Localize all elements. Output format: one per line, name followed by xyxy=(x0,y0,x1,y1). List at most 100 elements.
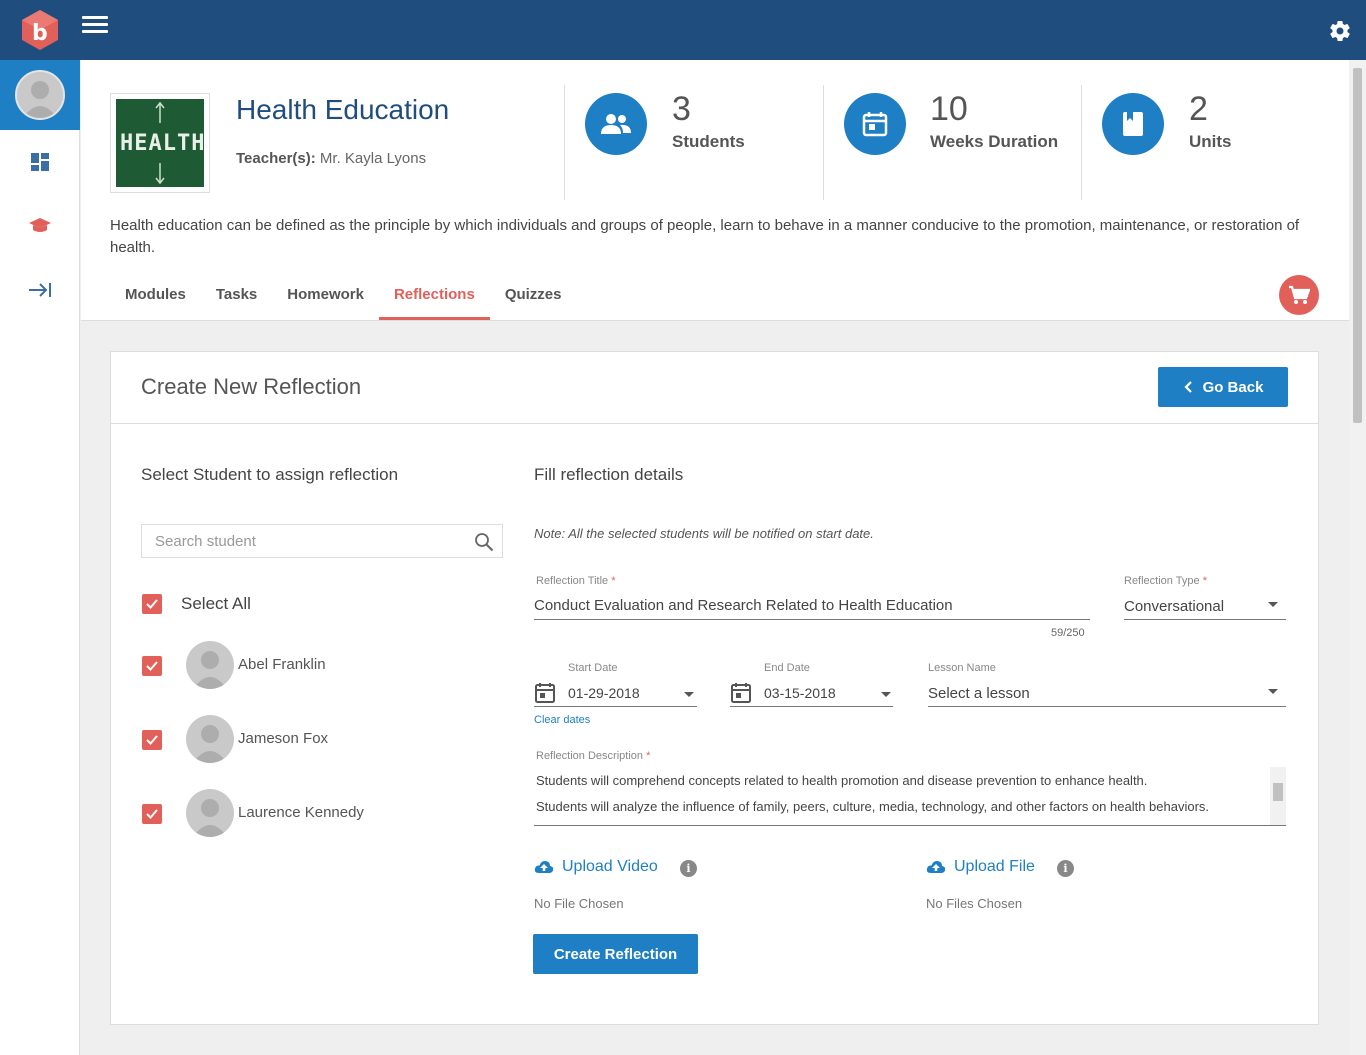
course-header: HEALTH Health Education Teacher(s): Mr. … xyxy=(81,60,1349,321)
student-avatar xyxy=(186,715,234,763)
student-checkbox[interactable] xyxy=(142,804,162,824)
checkmark-icon xyxy=(146,809,158,819)
shopping-cart-icon[interactable] xyxy=(1279,275,1319,315)
description-scrollbar-thumb[interactable] xyxy=(1273,783,1283,801)
tab-reflections[interactable]: Reflections xyxy=(378,278,490,320)
course-title: Health Education xyxy=(236,94,450,125)
student-name: Laurence Kennedy xyxy=(238,804,364,821)
select-all-checkbox[interactable] xyxy=(142,594,162,614)
upload-file-label: Upload File xyxy=(954,858,1035,875)
teacher-label: Teacher(s): xyxy=(236,150,316,167)
create-reflection-card: Create New Reflection Go Back Select Stu… xyxy=(110,351,1319,1025)
student-avatar xyxy=(186,789,234,837)
card-title: Create New Reflection xyxy=(141,374,362,399)
units-label: Units xyxy=(1189,132,1232,151)
chevron-down-icon[interactable] xyxy=(1268,689,1278,694)
description-underline xyxy=(534,825,1286,826)
end-date-underline xyxy=(730,706,893,707)
tab-tasks[interactable]: Tasks xyxy=(201,278,272,320)
students-count: 3 xyxy=(672,90,691,128)
menu-icon[interactable] xyxy=(82,16,108,38)
lesson-name-select[interactable]: Select a lesson xyxy=(928,685,1030,702)
rail-profile[interactable] xyxy=(0,60,80,130)
chevron-down-icon[interactable] xyxy=(684,692,694,697)
collapse-arrow-icon[interactable] xyxy=(0,258,80,322)
user-avatar[interactable] xyxy=(15,70,65,120)
course-description: Health education can be defined as the p… xyxy=(110,217,1300,256)
cloud-upload-icon xyxy=(534,861,554,873)
svg-text:b: b xyxy=(32,21,48,46)
reflection-description-label: Reflection Description * xyxy=(536,750,651,762)
cloud-upload-icon xyxy=(926,861,946,873)
end-date-label: End Date xyxy=(764,662,810,674)
start-date-input[interactable]: 01-29-2018 xyxy=(568,685,640,701)
weeks-label: Weeks Duration xyxy=(930,132,1059,151)
tab-quizzes[interactable]: Quizzes xyxy=(490,278,577,320)
upload-video-button[interactable]: Upload Video xyxy=(534,858,658,876)
end-date-calendar-icon[interactable] xyxy=(731,682,751,704)
reflection-title-underline xyxy=(534,619,1090,620)
start-date-calendar-icon[interactable] xyxy=(535,682,555,704)
notification-note: Note: All the selected students will be … xyxy=(534,526,874,541)
settings-gear-icon[interactable] xyxy=(1328,19,1352,43)
student-checkbox[interactable] xyxy=(142,730,162,750)
lesson-name-label: Lesson Name xyxy=(928,662,996,674)
reflection-type-select[interactable]: Conversational xyxy=(1124,598,1224,615)
upload-file-button[interactable]: Upload File xyxy=(926,858,1035,876)
weeks-count: 10 xyxy=(930,90,968,128)
student-avatar xyxy=(186,641,234,689)
checkmark-icon xyxy=(146,735,158,745)
start-date-label: Start Date xyxy=(568,662,618,674)
course-image: HEALTH xyxy=(110,93,210,193)
clear-dates-link[interactable]: Clear dates xyxy=(534,714,590,726)
reflection-title-label: Reflection Title * xyxy=(536,575,616,587)
book-icon xyxy=(1102,93,1164,155)
stat-divider xyxy=(823,85,824,200)
course-image-text: HEALTH xyxy=(120,131,204,156)
teacher-info: Teacher(s): Mr. Kayla Lyons xyxy=(236,150,426,167)
upload-video-label: Upload Video xyxy=(562,858,658,875)
reflection-description-line[interactable]: Students will analyze the influence of f… xyxy=(536,799,1209,814)
search-student-input[interactable] xyxy=(142,525,462,557)
start-date-underline xyxy=(534,706,697,707)
students-section-title: Select Student to assign reflection xyxy=(141,465,399,484)
info-icon[interactable]: i xyxy=(680,860,697,877)
select-all-label[interactable]: Select All xyxy=(181,594,251,614)
graduation-cap-icon[interactable] xyxy=(0,194,80,258)
left-rail xyxy=(0,60,80,1055)
search-icon[interactable] xyxy=(474,532,494,552)
end-date-input[interactable]: 03-15-2018 xyxy=(764,685,836,701)
reflection-title-counter: 59/250 xyxy=(1051,627,1085,639)
card-header: Create New Reflection Go Back xyxy=(111,352,1318,424)
chevron-down-icon[interactable] xyxy=(881,692,891,697)
checkmark-icon xyxy=(146,599,158,609)
go-back-button[interactable]: Go Back xyxy=(1158,367,1288,407)
tab-homework[interactable]: Homework xyxy=(272,278,379,320)
upload-video-status: No File Chosen xyxy=(534,896,624,911)
create-reflection-button[interactable]: Create Reflection xyxy=(533,934,698,974)
lesson-name-underline xyxy=(928,706,1286,707)
details-section-title: Fill reflection details xyxy=(534,465,684,484)
upload-file-status: No Files Chosen xyxy=(926,896,1023,911)
students-label: Students xyxy=(672,132,745,151)
teacher-name: Mr. Kayla Lyons xyxy=(319,150,427,167)
student-name: Jameson Fox xyxy=(238,730,329,747)
chevron-down-icon[interactable] xyxy=(1268,602,1278,607)
page-scrollbar-thumb[interactable] xyxy=(1353,68,1362,423)
students-icon xyxy=(585,93,647,155)
info-icon[interactable]: i xyxy=(1057,860,1074,877)
search-student-box xyxy=(141,524,503,558)
dashboard-icon[interactable] xyxy=(0,130,80,194)
student-name: Abel Franklin xyxy=(238,656,326,673)
student-checkbox[interactable] xyxy=(142,656,162,676)
reflection-description-line[interactable]: Students will comprehend concepts relate… xyxy=(536,773,1147,788)
tab-modules[interactable]: Modules xyxy=(110,278,201,320)
reflection-type-underline xyxy=(1124,619,1286,620)
top-bar: b xyxy=(0,0,1366,60)
app-logo[interactable]: b xyxy=(20,9,60,51)
units-count: 2 xyxy=(1189,90,1208,128)
page-scrollbar[interactable] xyxy=(1349,60,1366,1055)
calendar-icon xyxy=(844,93,906,155)
reflection-title-input[interactable]: Conduct Evaluation and Research Related … xyxy=(534,597,953,614)
description-scrollbar[interactable] xyxy=(1270,767,1286,825)
